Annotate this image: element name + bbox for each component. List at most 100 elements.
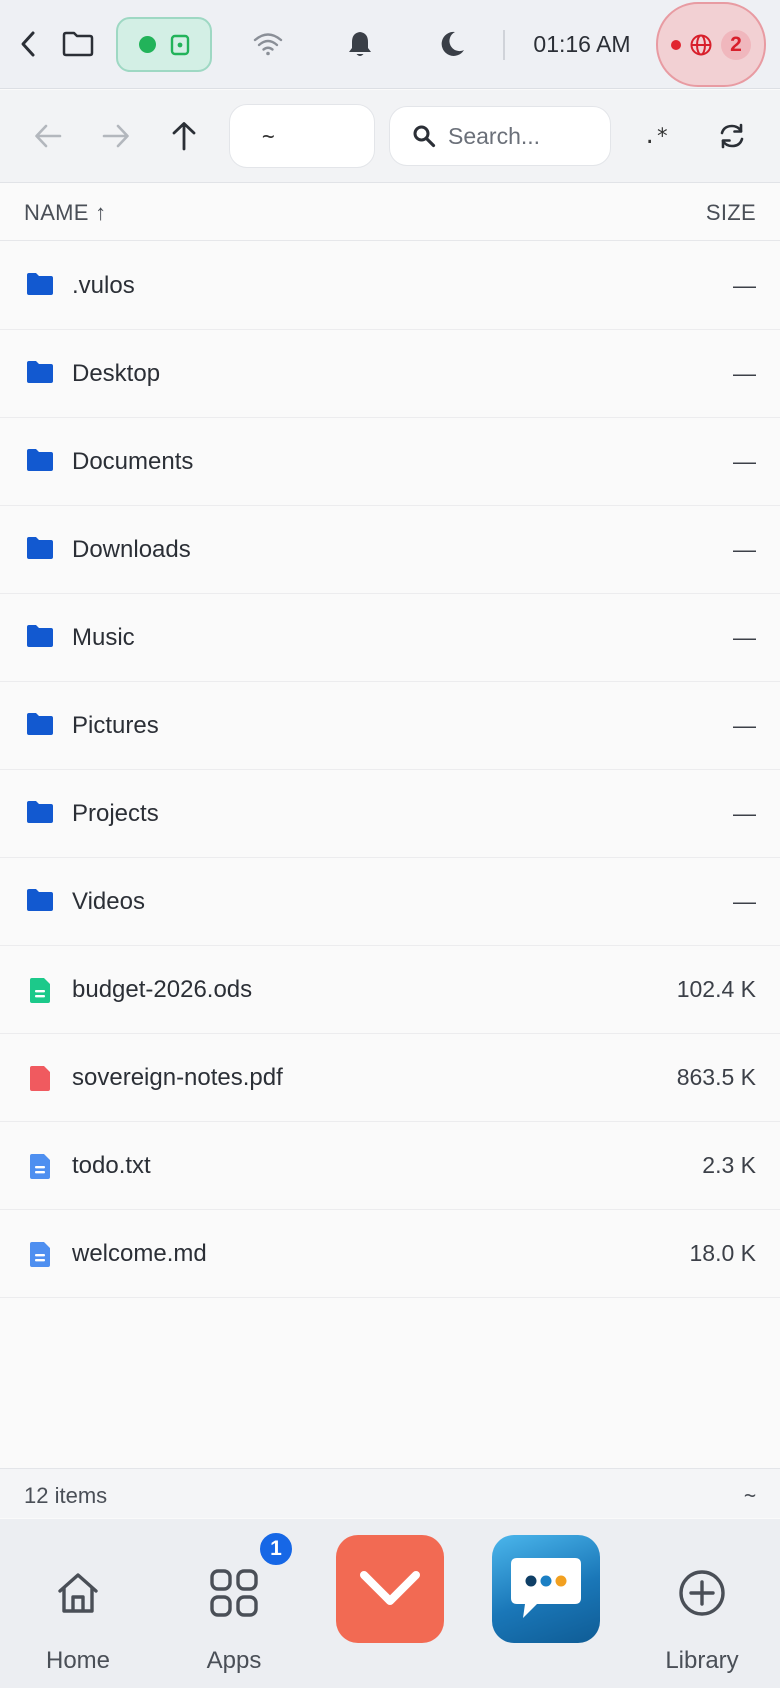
- current-path: ~: [743, 1483, 756, 1507]
- file-name: Documents: [72, 448, 194, 475]
- search-input[interactable]: [448, 122, 598, 150]
- wifi-button[interactable]: [248, 24, 288, 64]
- session-status-pill[interactable]: [116, 17, 212, 72]
- folder-icon: [26, 448, 54, 476]
- sort-by-size-header[interactable]: SIZE: [706, 200, 756, 226]
- file-size: 18.0 K: [689, 1240, 757, 1266]
- nav-back-button[interactable]: [28, 114, 68, 158]
- status-footer: 12 items ~: [0, 1468, 780, 1518]
- file-row[interactable]: Desktop —: [0, 330, 780, 418]
- top-status-bar: 01:16 AM 2: [0, 0, 780, 89]
- text-file-icon: [26, 1240, 54, 1268]
- folder-icon: [26, 624, 54, 652]
- globe-icon: [690, 34, 712, 55]
- arrow-right-icon: [102, 124, 129, 148]
- file-name: Projects: [72, 800, 159, 827]
- file-name: Videos: [72, 888, 145, 915]
- bottom-dock: Home 1 Apps Library: [0, 1519, 780, 1688]
- item-count: 12 items: [24, 1483, 108, 1508]
- file-row[interactable]: welcome.md 18.0 K: [0, 1210, 780, 1298]
- folder-icon: [26, 272, 54, 300]
- dock-home-button[interactable]: Home: [18, 1519, 138, 1688]
- dock-apps-button[interactable]: 1 Apps: [174, 1519, 294, 1688]
- file-name: .vulos: [72, 272, 135, 299]
- notifications-button[interactable]: [340, 24, 380, 64]
- chat-bubble-icon: [511, 1558, 581, 1618]
- search-icon: [413, 125, 436, 148]
- screen-share-icon: [170, 34, 189, 55]
- refresh-button[interactable]: [712, 114, 752, 158]
- clock[interactable]: 01:16 AM: [524, 24, 640, 64]
- file-row[interactable]: Pictures —: [0, 682, 780, 770]
- file-row[interactable]: Videos —: [0, 858, 780, 946]
- file-size: —: [733, 800, 756, 826]
- file-name: Desktop: [72, 360, 161, 387]
- folder-icon: [26, 888, 54, 916]
- file-name: Music: [72, 624, 135, 651]
- file-row[interactable]: Music —: [0, 594, 780, 682]
- plus-circle-icon: [674, 1565, 730, 1621]
- alert-indicator: [671, 39, 681, 50]
- online-indicator: [138, 36, 156, 53]
- sort-by-name-header[interactable]: NAME ↑: [24, 200, 106, 226]
- folder-icon: [26, 360, 54, 388]
- network-alert-pill[interactable]: 2: [656, 2, 766, 87]
- chat-app-tile[interactable]: [492, 1535, 600, 1643]
- back-button[interactable]: [12, 24, 44, 64]
- home-icon: [50, 1565, 106, 1621]
- file-name: Downloads: [72, 536, 191, 563]
- file-list-header: NAME ↑ SIZE: [0, 184, 780, 241]
- file-name: Pictures: [72, 712, 159, 739]
- file-row[interactable]: Projects —: [0, 770, 780, 858]
- nav-up-button[interactable]: [164, 114, 204, 158]
- alert-count-badge: 2: [721, 29, 751, 60]
- file-list: .vulos — Desktop — Documents — Downloads…: [0, 242, 780, 1298]
- dock-library-button[interactable]: Library: [642, 1519, 762, 1688]
- apps-grid-icon: [206, 1565, 262, 1621]
- checkmark-icon: [360, 1571, 420, 1605]
- dark-mode-button[interactable]: [432, 24, 472, 64]
- text-file-icon: [26, 1152, 54, 1180]
- folder-icon: [26, 712, 54, 740]
- file-row[interactable]: Downloads —: [0, 506, 780, 594]
- path-input[interactable]: ~: [229, 104, 375, 168]
- apps-notification-badge: 1: [258, 1531, 294, 1567]
- file-size: —: [733, 536, 756, 562]
- arrow-left-icon: [35, 124, 62, 148]
- regex-toggle-button[interactable]: .*: [636, 114, 676, 158]
- folder-icon: [26, 800, 54, 828]
- file-size: —: [733, 888, 756, 914]
- todo-app-tile[interactable]: [336, 1535, 444, 1643]
- file-size: —: [733, 624, 756, 650]
- file-row[interactable]: sovereign-notes.pdf 863.5 K: [0, 1034, 780, 1122]
- dock-home-label: Home: [45, 1647, 111, 1674]
- wifi-icon: [253, 33, 283, 56]
- moon-icon: [441, 31, 464, 56]
- spreadsheet-file-icon: [26, 976, 54, 1004]
- file-row[interactable]: todo.txt 2.3 K: [0, 1122, 780, 1210]
- file-size: —: [733, 448, 756, 474]
- dock-apps-label: Apps: [206, 1647, 262, 1674]
- file-name: sovereign-notes.pdf: [72, 1064, 283, 1091]
- bell-icon: [349, 32, 371, 56]
- chevron-left-icon: [21, 31, 35, 57]
- arrow-up-icon: [172, 122, 196, 151]
- file-row[interactable]: .vulos —: [0, 242, 780, 330]
- file-row[interactable]: Documents —: [0, 418, 780, 506]
- nav-forward-button[interactable]: [96, 114, 136, 158]
- file-size: 863.5 K: [676, 1064, 756, 1090]
- files-button[interactable]: [58, 24, 98, 64]
- file-name: welcome.md: [72, 1240, 207, 1267]
- folder-icon: [26, 536, 54, 564]
- dock-library-label: Library: [665, 1647, 739, 1674]
- status-divider: [503, 30, 505, 60]
- file-size: —: [733, 272, 756, 298]
- pdf-file-icon: [26, 1064, 54, 1092]
- folder-outline-icon: [62, 31, 94, 57]
- search-box[interactable]: [389, 106, 611, 166]
- file-name: todo.txt: [72, 1152, 151, 1179]
- file-name: budget-2026.ods: [72, 976, 253, 1003]
- file-size: 102.4 K: [676, 976, 756, 1002]
- file-row[interactable]: budget-2026.ods 102.4 K: [0, 946, 780, 1034]
- refresh-icon: [720, 123, 744, 149]
